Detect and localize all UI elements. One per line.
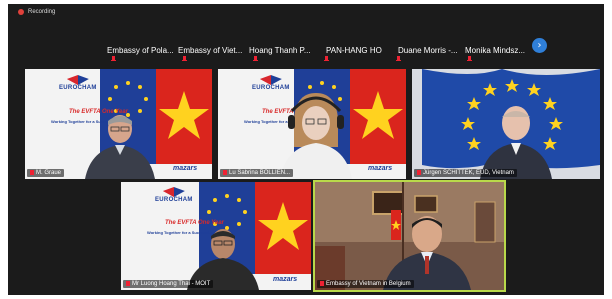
mazars-logo: mazars	[173, 165, 198, 172]
eu-flag-graphic	[412, 69, 600, 179]
mic-muted-icon	[253, 56, 258, 62]
eurocham-logo: EUROCHAM	[155, 187, 193, 203]
participant-video	[280, 93, 352, 179]
mazars-logo: mazars	[368, 165, 393, 172]
mic-muted-icon	[111, 56, 116, 62]
mic-muted-icon	[396, 56, 401, 62]
participant-video	[85, 115, 155, 179]
mic-muted-icon	[417, 169, 421, 175]
mic-muted-icon	[324, 56, 329, 62]
participant-name-label: Lu Sabrina BOLLIEN...	[220, 169, 294, 177]
mic-muted-icon	[126, 280, 130, 286]
participant-name: Duane Morris -...	[398, 45, 458, 55]
participant-name-label: Mr Luong Hoang Thai - MOIT	[123, 280, 214, 288]
eurocham-logo: EUROCHAM	[59, 75, 97, 91]
mic-muted-icon	[467, 56, 472, 62]
video-conference-window: Recording Embassy of Pola... Embassy of …	[8, 4, 604, 295]
participant-name: PAN-HANG HO	[326, 45, 382, 55]
participant-name: Embassy of Viet...	[178, 45, 243, 55]
mic-muted-icon	[223, 169, 227, 175]
participant-name-label: M. Graue	[27, 169, 65, 177]
participant-thumb[interactable]: Duane Morris -...	[394, 34, 466, 66]
chevron-right-icon: ›	[537, 40, 542, 51]
mazars-logo: mazars	[273, 276, 298, 283]
mic-muted-icon	[182, 56, 187, 62]
video-tile[interactable]: EUROCHAM The EVFTA One Year Working Toge…	[25, 69, 212, 179]
video-tile[interactable]: EUROCHAM The EVFTA One Year Working Toge…	[218, 69, 406, 179]
recording-indicator: Recording	[18, 7, 55, 17]
next-page-button[interactable]: ›	[532, 38, 547, 53]
participant-strip: Embassy of Pola... Embassy of Viet... Ho…	[8, 34, 604, 70]
participant-name-label: Embassy of Vietnam in Belgium	[317, 280, 414, 288]
mic-muted-icon	[320, 280, 324, 286]
participant-video	[315, 182, 504, 290]
video-tile[interactable]: Jürgen SCHITTEK, EUD, Vietnam	[412, 69, 600, 179]
participant-name: Hoang Thanh P...	[249, 45, 311, 55]
participant-name: Monika Mindsz...	[465, 45, 526, 55]
participant-thumb[interactable]: PAN-HANG HO	[322, 34, 394, 66]
participant-name: Embassy of Pola...	[107, 45, 174, 55]
mic-muted-icon	[30, 169, 34, 175]
video-tile-active-speaker[interactable]: Embassy of Vietnam in Belgium	[313, 180, 506, 292]
video-tile[interactable]: EUROCHAM The EVFTA One Year Working Toge…	[121, 182, 311, 290]
participant-name-label: Jürgen SCHITTEK, EUD, Vietnam	[414, 169, 517, 177]
recording-dot-icon	[18, 9, 24, 15]
recording-label: Recording	[28, 9, 56, 15]
